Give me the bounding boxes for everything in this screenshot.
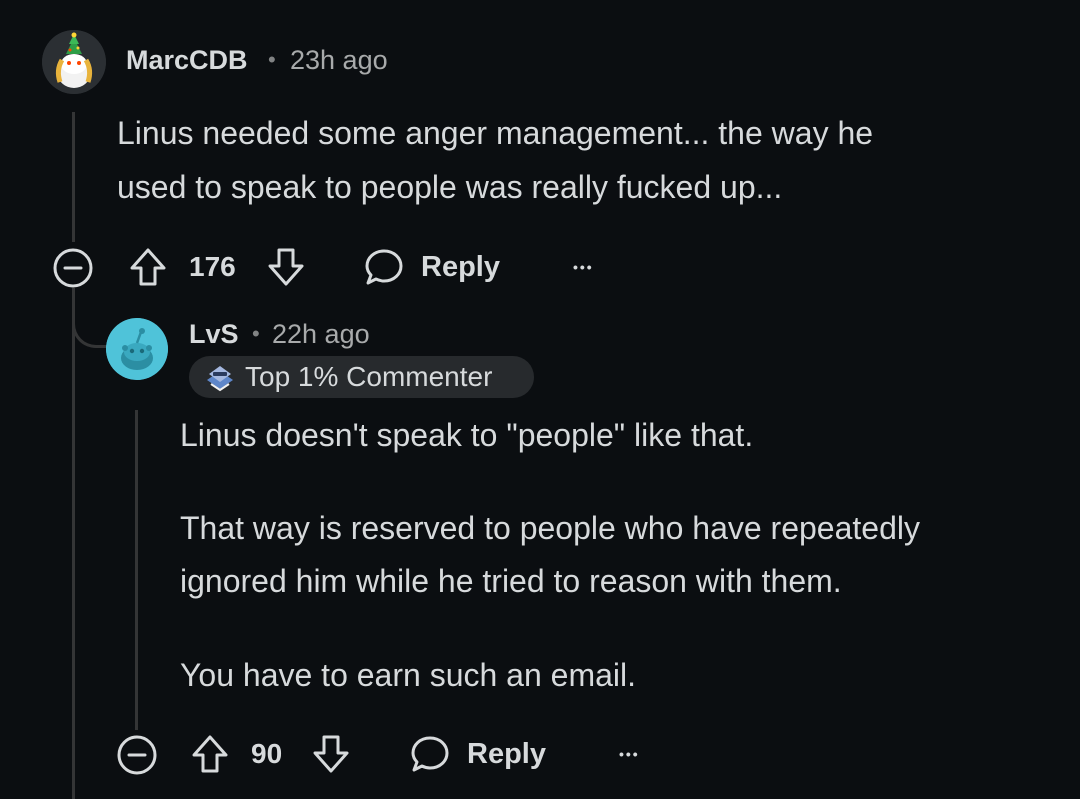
avatar[interactable] bbox=[42, 30, 106, 94]
downvote-arrow-icon bbox=[268, 248, 304, 286]
comment-body-line: That way is reserved to people who have … bbox=[180, 510, 920, 546]
upvote-arrow-icon bbox=[130, 248, 166, 286]
downvote-arrow-icon bbox=[313, 735, 349, 773]
collapse-icon bbox=[53, 248, 93, 288]
comment-body-line: used to speak to people was really fucke… bbox=[117, 169, 783, 205]
reply-button[interactable]: Reply bbox=[363, 246, 500, 288]
more-options-button[interactable]: ••• bbox=[619, 733, 640, 775]
comment-body-line: Linus needed some anger management... th… bbox=[117, 115, 874, 151]
top-commenter-badge[interactable]: Top 1% Commenter bbox=[189, 356, 534, 398]
more-options-button[interactable]: ••• bbox=[573, 246, 594, 288]
comment-body-line: ignored him while he tried to reason wit… bbox=[180, 563, 842, 599]
upvote-button[interactable] bbox=[190, 733, 230, 775]
badge-label: Top 1% Commenter bbox=[245, 361, 493, 392]
downvote-button[interactable] bbox=[311, 733, 351, 775]
snoo-default-avatar-icon bbox=[106, 318, 168, 380]
comment-body-line: Linus doesn't speak to "people" like tha… bbox=[180, 417, 754, 453]
reply-bubble-icon bbox=[411, 736, 449, 772]
thread-line-parent[interactable] bbox=[72, 112, 75, 242]
avatar[interactable] bbox=[106, 318, 168, 380]
comment-body-line: You have to earn such an email. bbox=[180, 657, 637, 693]
top-commenter-icon bbox=[207, 366, 233, 392]
upvote-arrow-icon bbox=[192, 735, 228, 773]
comment-thread: MarcCDB • 23h ago Linus needed some ange… bbox=[0, 0, 1080, 799]
meta-separator: • bbox=[252, 321, 260, 346]
vote-count: 176 bbox=[189, 251, 236, 282]
meta-separator: • bbox=[268, 47, 276, 72]
reply-bubble-icon bbox=[365, 249, 403, 285]
collapse-icon bbox=[117, 735, 157, 775]
thread-line-child[interactable] bbox=[135, 410, 138, 730]
snoo-christmas-avatar-icon bbox=[42, 30, 106, 94]
comment-timestamp: 22h ago bbox=[272, 319, 370, 349]
downvote-button[interactable] bbox=[266, 246, 306, 288]
comment-author[interactable]: LvS bbox=[189, 318, 239, 350]
collapse-button[interactable] bbox=[52, 247, 94, 289]
upvote-button[interactable] bbox=[128, 246, 168, 288]
comment-author[interactable]: MarcCDB bbox=[126, 44, 248, 76]
collapse-button[interactable] bbox=[116, 734, 158, 776]
vote-count: 90 bbox=[251, 738, 283, 769]
reply-button[interactable]: Reply bbox=[409, 733, 546, 775]
thread-connector bbox=[72, 288, 108, 348]
thread-line-parent-lower[interactable] bbox=[72, 288, 75, 799]
comment-timestamp: 23h ago bbox=[290, 45, 388, 75]
